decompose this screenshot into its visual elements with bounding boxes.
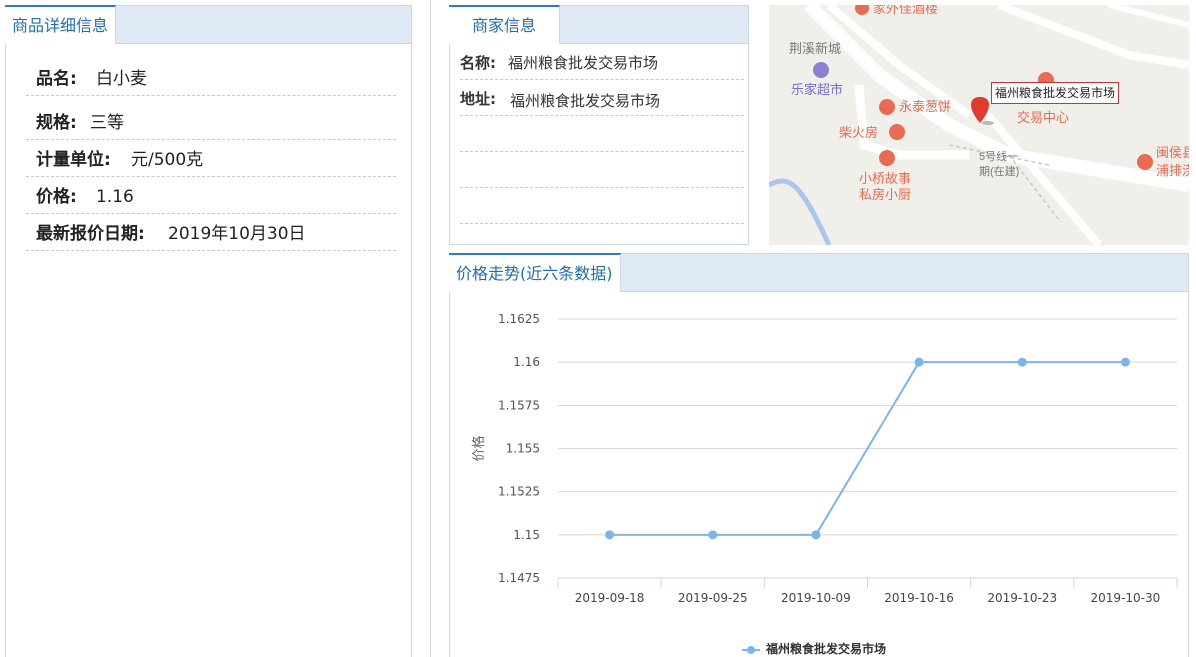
product-unit-value: 元/500克 <box>131 150 204 170</box>
legend-series-label: 福州粮食批发交易市场 <box>766 642 887 656</box>
y-tick-label: 1.1625 <box>498 312 540 326</box>
map-label: 永泰葱饼 <box>899 99 951 114</box>
x-tick-label: 2019-10-09 <box>781 591 851 605</box>
data-point <box>708 530 718 540</box>
map-label: 浦排涝 <box>1156 163 1189 178</box>
tab-product-detail[interactable]: 商品详细信息 <box>5 5 117 44</box>
merchant-row-empty-2 <box>460 152 744 188</box>
product-name-label: 品名: <box>36 69 77 89</box>
legend-marker-icon <box>742 645 760 654</box>
chart-legend[interactable]: 福州粮食批发交易市场 <box>742 640 886 657</box>
data-point <box>1120 357 1130 367</box>
product-detail-panel: 商品详细信息 品名: 白小麦 规格: 三等 计量单位: 元/500克 价格: 1… <box>5 5 412 657</box>
y-tick-label: 1.1525 <box>498 485 540 499</box>
data-point <box>914 357 924 367</box>
tab-merchant-info[interactable]: 商家信息 <box>449 5 561 44</box>
product-date-label: 最新报价日期: <box>36 224 145 244</box>
product-unit-label: 计量单位: <box>36 150 111 170</box>
y-tick-label: 1.1575 <box>498 398 540 412</box>
product-row-name: 品名: 白小麦 <box>26 60 396 96</box>
map-label: 闽侯县 <box>1156 145 1189 160</box>
location-map[interactable]: 家外佳酒楼 荆溪新城 乐家超市 永泰葱饼 柴火房 小桥故事 私房小厨 交易中心 … <box>769 5 1189 245</box>
product-row-unit: 计量单位: 元/500克 <box>26 141 396 177</box>
x-tick-label: 2019-10-16 <box>884 591 954 605</box>
y-axis-title: 价格 <box>471 435 487 461</box>
data-point <box>605 530 615 540</box>
merchant-name-value: 福州粮食批发交易市场 <box>508 54 659 72</box>
product-tab-bar: 商品详细信息 <box>5 5 411 44</box>
product-row-date: 最新报价日期: 2019年10月30日 <box>26 215 396 251</box>
product-price-label: 价格: <box>36 187 77 207</box>
merchant-row-empty-3 <box>460 188 744 224</box>
map-label: 荆溪新城 <box>789 41 841 56</box>
y-tick-label: 1.1475 <box>498 571 540 585</box>
map-label: 期(在建) <box>979 164 1019 178</box>
y-tick-label: 1.15 <box>513 528 540 542</box>
trend-tab-bar: 价格走势(近六条数据) <box>449 253 1188 292</box>
map-label: 私房小厨 <box>859 187 911 202</box>
merchant-address-label: 地址: <box>460 90 496 108</box>
data-point <box>1017 357 1027 367</box>
data-point <box>811 530 821 540</box>
tab-price-trend[interactable]: 价格走势(近六条数据) <box>449 253 621 292</box>
map-label: 小桥故事 <box>859 171 911 186</box>
map-label: 家外佳酒楼 <box>873 5 938 16</box>
product-price-value: 1.16 <box>96 187 134 207</box>
product-name-value: 白小麦 <box>96 69 147 89</box>
product-row-price: 价格: 1.16 <box>26 178 396 214</box>
map-marker-callout[interactable]: 福州粮食批发交易市场 <box>991 82 1120 104</box>
product-spec-label: 规格: <box>36 113 77 133</box>
x-tick-label: 2019-09-25 <box>678 591 748 605</box>
product-spec-value: 三等 <box>90 113 124 133</box>
merchant-tab-bar: 商家信息 <box>449 5 748 44</box>
merchant-address-value: 福州粮食批发交易市场 <box>510 92 661 110</box>
price-trend-panel: 价格走势(近六条数据) 1.1625 1.16 1.1575 1.155 1.1525 1… <box>449 253 1189 657</box>
product-row-spec: 规格: 三等 <box>26 104 396 140</box>
product-date-value: 2019年10月30日 <box>168 224 306 244</box>
merchant-info-panel: 商家信息 名称: 福州粮食批发交易市场 地址: 福州粮食批发交易市场 <box>449 5 749 245</box>
merchant-name-label: 名称: <box>460 54 496 72</box>
y-tick-label: 1.155 <box>506 442 540 456</box>
map-label: 柴火房 <box>839 125 878 140</box>
column-divider <box>430 0 431 657</box>
price-trend-chart: 1.1625 1.16 1.1575 1.155 1.1525 1.15 1.1475 201… <box>471 312 1178 605</box>
x-tick-label: 2019-09-18 <box>575 591 645 605</box>
map-canvas: 家外佳酒楼 荆溪新城 乐家超市 永泰葱饼 柴火房 小桥故事 私房小厨 交易中心 … <box>769 5 1189 245</box>
y-tick-label: 1.16 <box>513 355 540 369</box>
x-tick-label: 2019-10-30 <box>1091 591 1161 605</box>
merchant-row-empty-1 <box>460 116 744 152</box>
merchant-row-name: 名称: 福州粮食批发交易市场 <box>460 44 744 80</box>
merchant-row-address: 地址: 福州粮食批发交易市场 <box>460 80 744 116</box>
map-label: 乐家超市 <box>791 82 843 97</box>
map-label: 交易中心 <box>1017 110 1069 125</box>
x-tick-label: 2019-10-23 <box>987 591 1057 605</box>
map-label: 5号线一 <box>979 149 1018 163</box>
